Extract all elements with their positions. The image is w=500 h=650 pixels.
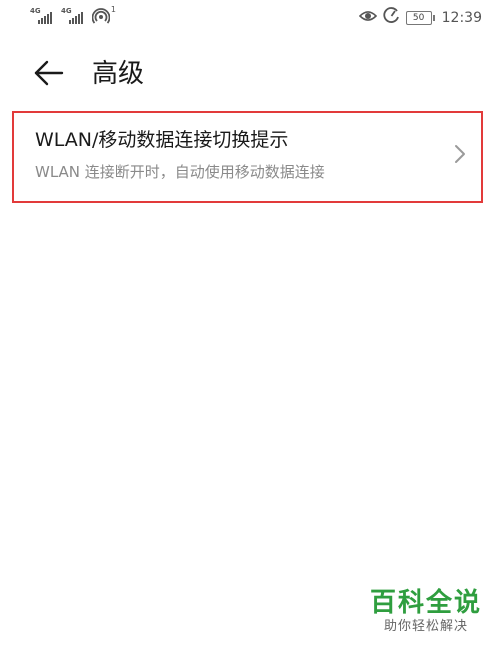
data-saver-icon: [383, 7, 400, 28]
setting-item-wlan-switch-prompt[interactable]: WLAN/移动数据连接切换提示 WLAN 连接断开时，自动使用移动数据连接: [12, 111, 483, 203]
watermark-title: 百科全说: [369, 588, 482, 618]
battery-icon: 50: [405, 10, 435, 25]
back-button[interactable]: [32, 58, 68, 88]
screen: 4G 4G 1 50 12:39 高级 WLAN/移动数据连接切换提示 WLAN…: [0, 0, 500, 650]
app-header: 高级: [0, 50, 500, 100]
status-right: 50 12:39: [358, 7, 482, 28]
setting-title: WLAN/移动数据连接切换提示: [35, 129, 289, 151]
hotspot-icon: 1: [91, 5, 116, 24]
signal-icon: 4G: [30, 8, 54, 24]
clock: 12:39: [441, 9, 482, 26]
status-bar: 4G 4G 1 50 12:39: [0, 0, 500, 34]
hotspot-badge: 1: [110, 5, 116, 14]
chevron-right-icon: [455, 145, 465, 163]
signal-icon: 4G: [61, 8, 85, 24]
eye-comfort-icon: [358, 9, 377, 27]
page-title: 高级: [92, 59, 145, 89]
setting-subtitle: WLAN 连接断开时，自动使用移动数据连接: [35, 163, 325, 181]
status-left: 4G 4G 1: [30, 5, 116, 24]
arrow-left-icon: [34, 60, 64, 86]
watermark-subtitle: 助你轻松解决: [383, 619, 468, 634]
watermark-logo: 百科全说 助你轻松解决: [366, 588, 486, 636]
